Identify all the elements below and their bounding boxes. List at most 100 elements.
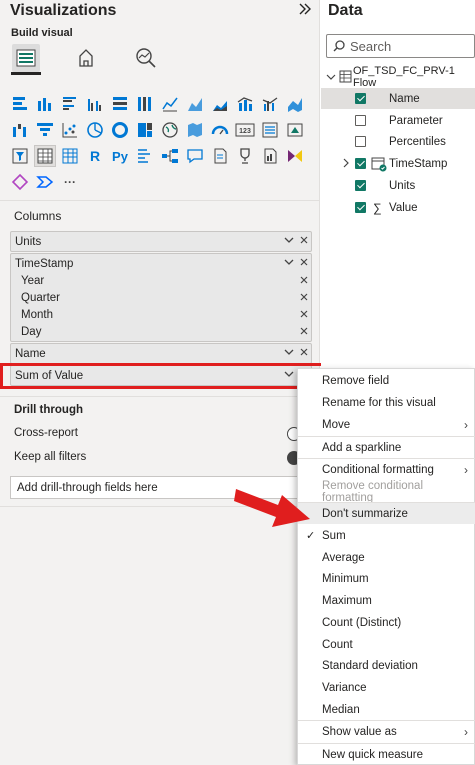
metrics-trophy-icon[interactable]	[235, 146, 255, 166]
remove-icon[interactable]	[299, 235, 309, 248]
build-visual-tab[interactable]	[12, 44, 40, 72]
field-item-units[interactable]: Units	[321, 175, 475, 196]
waterfall-chart-icon[interactable]	[10, 120, 30, 140]
checkbox-checked[interactable]	[355, 158, 366, 169]
100-stacked-column-icon[interactable]	[135, 94, 155, 114]
menu-variance[interactable]: Variance	[298, 677, 475, 698]
funnel-chart-icon[interactable]	[35, 120, 55, 140]
r-script-label: R	[89, 148, 101, 164]
menu-conditional-formatting[interactable]: Conditional formatting ›	[298, 459, 475, 480]
remove-icon[interactable]	[299, 309, 309, 322]
field-units[interactable]: Units	[10, 231, 312, 252]
power-automate-flow-icon[interactable]	[35, 172, 55, 192]
field-item-value[interactable]: ∑ Value	[321, 197, 475, 218]
search-placeholder: Search	[350, 38, 392, 54]
field-item-name[interactable]: Name	[321, 88, 475, 109]
format-visual-tab[interactable]	[72, 44, 100, 72]
paginated-report-icon[interactable]	[260, 146, 280, 166]
field-sum-of-value[interactable]: Sum of Value	[10, 365, 312, 386]
clustered-bar-chart-icon[interactable]	[60, 94, 80, 114]
table-visual-icon[interactable]	[34, 145, 56, 167]
card-icon[interactable]: 123	[235, 120, 255, 140]
menu-add-sparkline[interactable]: Add a sparkline	[298, 437, 475, 458]
checkbox-unchecked[interactable]	[355, 115, 366, 126]
scatter-chart-icon[interactable]	[60, 120, 80, 140]
treemap-icon[interactable]	[135, 120, 155, 140]
multi-row-card-icon[interactable]	[260, 120, 280, 140]
chevron-down-icon[interactable]	[284, 369, 294, 382]
menu-new-quick-measure[interactable]: New quick measure	[298, 744, 475, 765]
remove-icon[interactable]	[299, 326, 309, 339]
chevron-down-icon[interactable]	[326, 72, 336, 85]
analytics-tab[interactable]	[132, 44, 160, 72]
python-visual-icon[interactable]: Py	[110, 146, 130, 166]
search-input[interactable]: Search	[326, 34, 475, 58]
field-item-percentiles[interactable]: Percentiles	[321, 131, 475, 152]
chevron-right-icon: ›	[464, 462, 468, 477]
menu-average[interactable]: Average	[298, 547, 475, 568]
remove-icon[interactable]	[299, 257, 309, 270]
checkbox-checked[interactable]	[355, 93, 366, 104]
field-item-parameter[interactable]: Parameter	[321, 110, 475, 131]
field-name[interactable]: Name	[10, 343, 312, 364]
field-timestamp[interactable]: TimeStamp Year Quarter Month Day	[10, 253, 312, 342]
stacked-column-chart-icon[interactable]	[35, 94, 55, 114]
line-and-clustered-column-icon[interactable]	[260, 94, 280, 114]
chevron-right-icon[interactable]	[341, 158, 351, 171]
clustered-column-chart-icon[interactable]	[85, 94, 105, 114]
table-name: OF_TSD_FC_PRV-1 Flow	[353, 64, 455, 89]
ribbon-chart-icon[interactable]	[285, 94, 305, 114]
keep-all-filters-label: Keep all filters	[14, 451, 87, 463]
decomposition-tree-icon[interactable]	[160, 146, 180, 166]
remove-icon[interactable]	[299, 347, 309, 360]
matrix-icon[interactable]	[60, 146, 80, 166]
kpi-icon[interactable]	[285, 120, 305, 140]
menu-standard-deviation[interactable]: Standard deviation	[298, 655, 475, 676]
menu-minimum[interactable]: Minimum	[298, 568, 475, 589]
stacked-bar-chart-icon[interactable]	[10, 94, 30, 114]
chevron-down-icon[interactable]	[284, 235, 294, 248]
chevron-down-icon[interactable]	[284, 257, 294, 270]
red-arrow-annotation	[234, 475, 314, 534]
key-influencers-icon[interactable]	[135, 146, 155, 166]
100-stacked-bar-icon[interactable]	[110, 94, 130, 114]
menu-move[interactable]: Move ›	[298, 414, 475, 435]
remove-icon[interactable]	[299, 275, 309, 288]
map-icon[interactable]	[160, 120, 180, 140]
pie-chart-icon[interactable]	[85, 120, 105, 140]
section-divider	[0, 396, 320, 397]
donut-chart-icon[interactable]	[110, 120, 130, 140]
menu-rename[interactable]: Rename for this visual	[298, 392, 475, 413]
stacked-area-chart-icon[interactable]	[210, 94, 230, 114]
line-and-stacked-column-icon[interactable]	[235, 94, 255, 114]
smart-narrative-icon[interactable]	[210, 146, 230, 166]
menu-dont-summarize[interactable]: Don't summarize	[298, 503, 475, 524]
menu-median[interactable]: Median	[298, 699, 475, 720]
checkbox-unchecked[interactable]	[355, 136, 366, 147]
power-apps-icon[interactable]	[285, 146, 305, 166]
r-script-visual-icon[interactable]: R	[85, 146, 105, 166]
menu-sum[interactable]: ✓ Sum	[298, 525, 475, 546]
checkbox-checked[interactable]	[355, 180, 366, 191]
checkbox-checked[interactable]	[355, 202, 366, 213]
field-item-timestamp[interactable]: TimeStamp	[321, 153, 475, 174]
menu-remove-field[interactable]: Remove field	[298, 370, 475, 391]
power-automate-icon[interactable]	[10, 172, 30, 192]
qa-icon[interactable]	[185, 146, 205, 166]
collapse-pane-icon[interactable]	[298, 2, 312, 19]
menu-count[interactable]: Count	[298, 634, 475, 655]
more-visuals-icon[interactable]: ···	[60, 172, 80, 192]
python-label: Py	[112, 148, 128, 164]
table-node[interactable]: OF_TSD_FC_PRV-1 Flow	[321, 64, 475, 89]
menu-show-value-as[interactable]: Show value as ›	[298, 721, 475, 742]
slicer-icon[interactable]	[10, 146, 30, 166]
menu-count-distinct[interactable]: Count (Distinct)	[298, 612, 475, 633]
area-chart-icon[interactable]	[185, 94, 205, 114]
gauge-icon[interactable]	[210, 120, 230, 140]
menu-maximum[interactable]: Maximum	[298, 590, 475, 611]
remove-icon[interactable]	[299, 292, 309, 305]
active-tab-indicator	[11, 72, 41, 75]
filled-map-icon[interactable]	[185, 120, 205, 140]
line-chart-icon[interactable]	[160, 94, 180, 114]
chevron-down-icon[interactable]	[284, 347, 294, 360]
